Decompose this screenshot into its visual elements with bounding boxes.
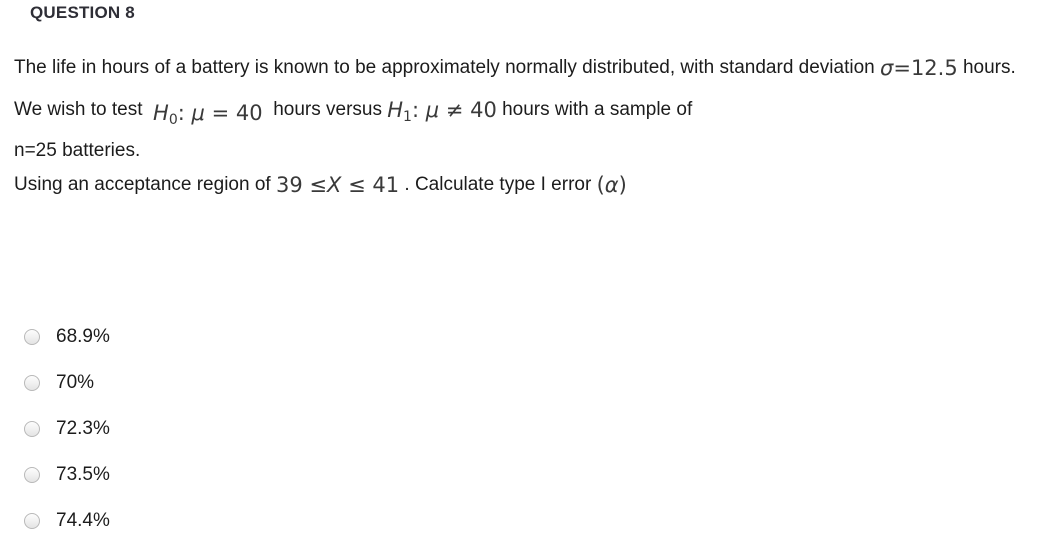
sigma-expression: σ=12.5 — [880, 56, 958, 80]
hypothesis-of: of — [676, 99, 693, 120]
stem-paragraph-1: The life in hours of a battery is known … — [14, 50, 1031, 84]
stem-paragraph-3: Using an acceptance region of 39 ≤X ≤ 41… — [14, 167, 1031, 201]
answer-options-list: 68.9% 70% 72.3% 73.5% 74.4% — [24, 314, 424, 544]
acceptance-relation-left: ≤ — [309, 172, 327, 197]
hypothesis-versus: versus — [326, 99, 382, 120]
h1-colon: : — [411, 98, 420, 122]
h1-mu: μ — [425, 98, 440, 122]
hypothesis-lead: We wish to test — [14, 99, 143, 120]
alpha-paren-close: ) — [618, 172, 627, 197]
sample-size-text: n=25 batteries. — [14, 139, 141, 161]
option-row-c[interactable]: 72.3% — [24, 406, 424, 452]
stem-text-hours-unit: hours. — [962, 57, 1016, 78]
radio-button-icon-e[interactable] — [24, 513, 40, 529]
page-title: QUESTION 8 — [30, 3, 135, 22]
alpha-expression: (α) — [597, 173, 627, 197]
acceptance-region-lead: Using an acceptance region of — [14, 173, 271, 195]
hypothesis-unit-1: hours — [273, 99, 321, 120]
stem-text-intro: The life in hours of a battery is known … — [14, 57, 875, 78]
acceptance-relation-right: ≤ — [348, 172, 366, 197]
option-label-b[interactable]: 70% — [56, 373, 94, 393]
h0-colon: : — [177, 101, 185, 125]
radio-button-icon-d[interactable] — [24, 467, 40, 483]
stem-paragraph-2: We wish to test H0: μ = 40 hours versus … — [14, 92, 1031, 132]
option-label-d[interactable]: 73.5% — [56, 465, 110, 485]
acceptance-period: . — [404, 173, 410, 195]
alternative-hypothesis-expression: H1: μ ≠ 40 — [387, 98, 497, 125]
sigma-symbol: σ — [880, 56, 894, 80]
h0-subscript: 0 — [168, 111, 178, 128]
h1-subscript: 1 — [403, 108, 412, 125]
option-row-b[interactable]: 70% — [24, 360, 424, 406]
alpha-paren-open: ( — [596, 172, 605, 197]
option-row-a[interactable]: 68.9% — [24, 314, 424, 360]
question-stem: The life in hours of a battery is known … — [14, 50, 1031, 201]
acceptance-upper-bound: 41 — [372, 172, 400, 197]
option-label-a[interactable]: 68.9% — [56, 327, 110, 347]
acceptance-region-expression: 39 ≤X ≤ 41 — [276, 173, 399, 197]
sigma-value: 12.5 — [910, 56, 958, 80]
h0-relation: = — [211, 101, 230, 125]
null-hypothesis-expression: H0: μ = 40 — [153, 97, 263, 137]
radio-button-icon-b[interactable] — [24, 375, 40, 391]
hypothesis-article: a — [594, 99, 605, 120]
h0-symbol: H — [153, 101, 169, 125]
sigma-equals: = — [893, 56, 911, 80]
hypothesis-sample: sample — [609, 99, 672, 120]
h1-relation: ≠ — [445, 98, 464, 122]
hypothesis-unit-2: hours — [502, 99, 550, 120]
option-label-e[interactable]: 74.4% — [56, 511, 110, 531]
quiz-question-page: QUESTION 8 The life in hours of a batter… — [0, 0, 1040, 541]
hypothesis-with: with — [554, 99, 589, 120]
radio-button-icon-c[interactable] — [24, 421, 40, 437]
sample-size-line: n=25 batteries. — [14, 134, 1031, 167]
acceptance-variable: X — [326, 172, 342, 197]
task-text: Calculate type I error — [414, 173, 592, 195]
radio-button-icon-a[interactable] — [24, 329, 40, 345]
h0-mu: μ — [191, 101, 205, 125]
acceptance-lower-bound: 39 — [275, 172, 303, 197]
h1-value: 40 — [470, 98, 497, 122]
h0-value: 40 — [235, 101, 263, 125]
option-row-e[interactable]: 74.4% — [24, 498, 424, 544]
alpha-symbol: α — [604, 172, 619, 197]
h1-symbol: H — [387, 98, 404, 122]
option-label-c[interactable]: 72.3% — [56, 419, 110, 439]
option-row-d[interactable]: 73.5% — [24, 452, 424, 498]
